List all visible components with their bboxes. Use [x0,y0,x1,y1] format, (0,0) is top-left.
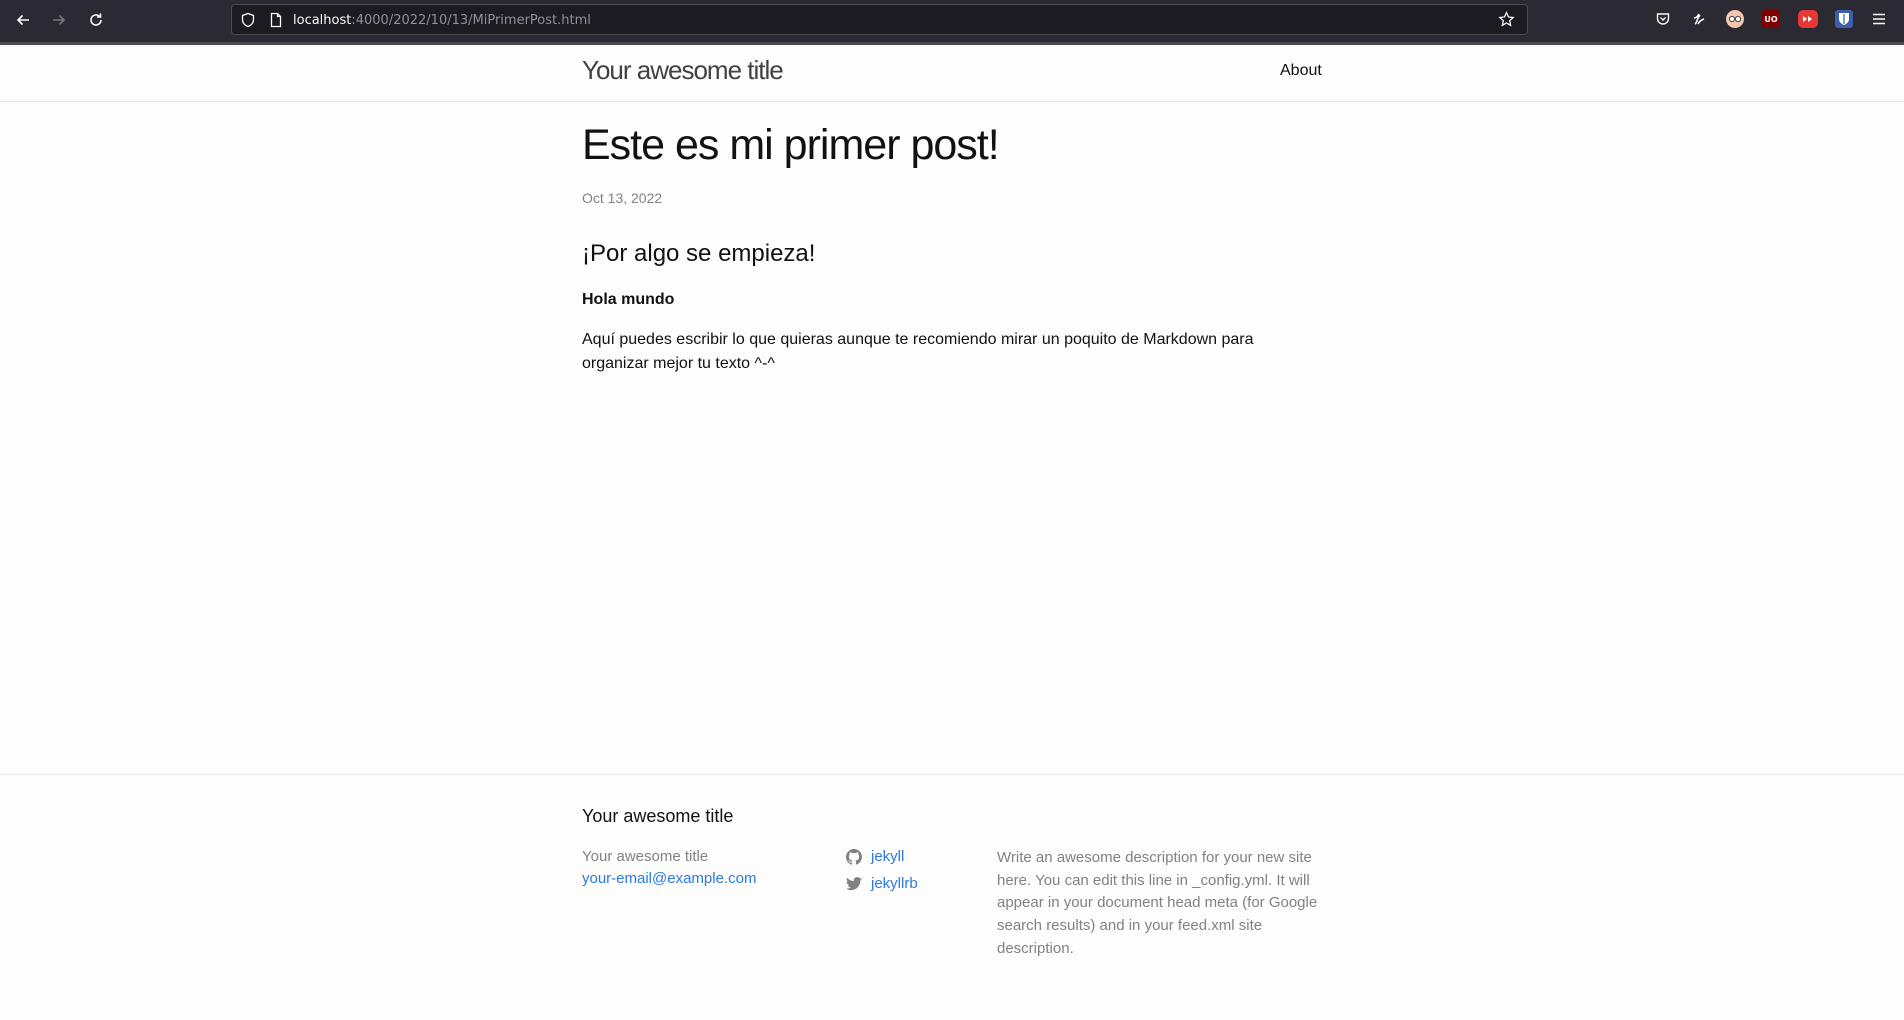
ublock-icon[interactable]: UO [1762,10,1780,28]
github-username: jekyll [871,848,905,865]
post-bold-line: Hola mundo [582,291,675,308]
back-icon[interactable] [12,9,34,31]
post-title: Este es mi primer post! [582,121,1000,169]
post-subheading: ¡Por algo se empieza! [582,240,816,267]
url-path: :4000/2022/10/13/MiPrimerPost.html [351,13,591,28]
extension-icon[interactable] [1835,10,1853,28]
extension-icon[interactable] [1798,10,1818,28]
reload-icon[interactable] [85,9,107,31]
url-text[interactable]: localhost:4000/2022/10/13/MiPrimerPost.h… [293,5,591,36]
browser-toolbar: localhost:4000/2022/10/13/MiPrimerPost.h… [0,0,1904,42]
github-link[interactable]: jekyll [846,848,904,865]
url-host: localhost [293,13,352,28]
address-bar[interactable]: localhost:4000/2022/10/13/MiPrimerPost.h… [231,4,1528,35]
extension-icon[interactable] [1726,10,1744,28]
nav-about-link[interactable]: About [1280,62,1322,80]
post-paragraph: Aquí puedes escribir lo que quieras aunq… [582,331,1254,372]
post-date: Oct 13, 2022 [582,190,663,206]
shield-icon[interactable] [240,12,256,33]
site-footer: Your awesome title Your awesome title yo… [0,774,1904,1020]
extension-icon[interactable] [1690,10,1708,28]
site-title-link[interactable]: Your awesome title [582,55,784,86]
twitter-icon [846,876,862,890]
forward-icon[interactable] [48,9,70,31]
site-header: Your awesome title About [0,45,1904,102]
footer-heading: Your awesome title [582,806,734,826]
github-icon [846,848,862,865]
ublock-label: UO [1764,14,1778,24]
twitter-username: jekyllrb [871,875,918,892]
pocket-icon[interactable] [1654,10,1672,28]
footer-name: Your awesome title [582,848,709,865]
page-icon[interactable] [268,12,284,33]
footer-email-link[interactable]: your-email@example.com [582,870,756,887]
footer-description: Write an awesome description for your ne… [997,849,1318,957]
menu-icon[interactable] [1870,10,1888,28]
bookmark-star-icon[interactable] [1498,11,1515,33]
twitter-link[interactable]: jekyllrb [846,875,918,892]
